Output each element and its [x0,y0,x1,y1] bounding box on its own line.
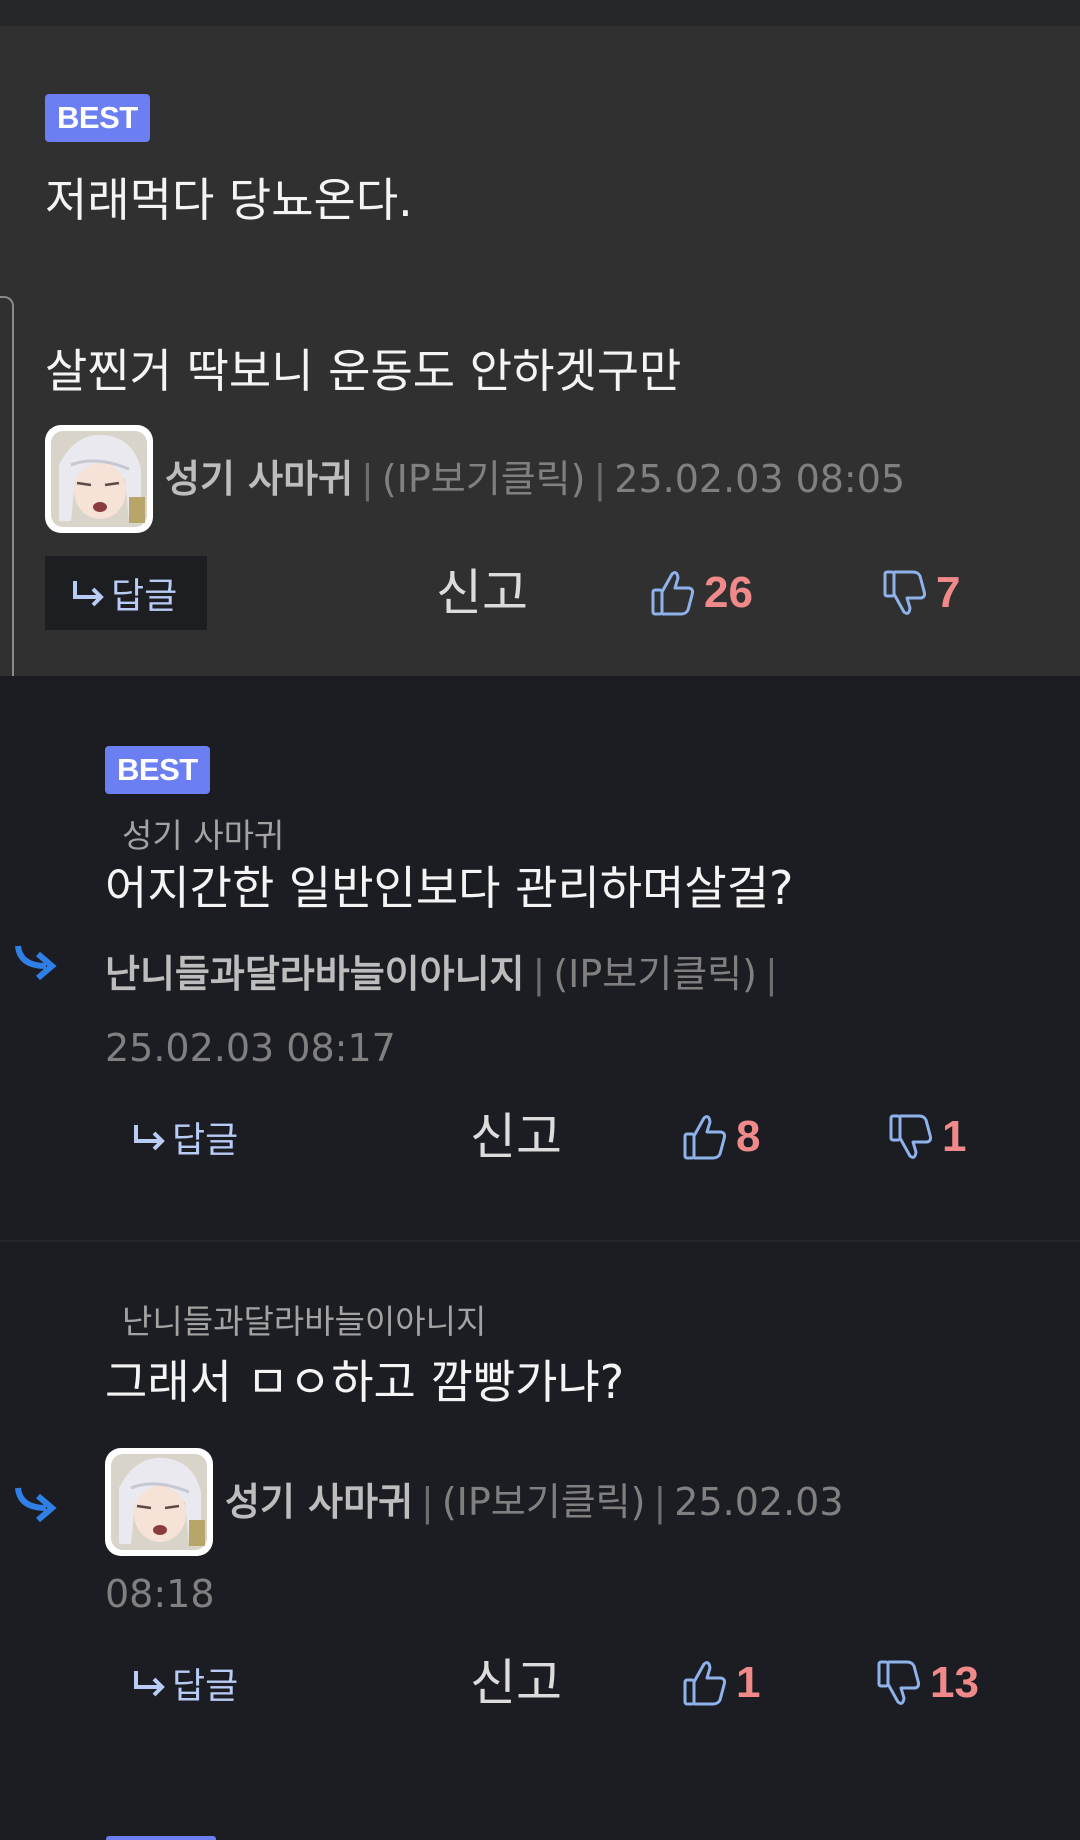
next-best-badge-partial [106,1836,216,1840]
report-button[interactable]: 신고 [470,1100,562,1174]
report-button[interactable]: 신고 [470,1646,562,1720]
dislike-count: 13 [930,1658,979,1707]
comment-meta: 성기 사마귀 | (IP보기클릭) | 25.02.03 [225,1474,844,1530]
like-button[interactable]: 26 [650,556,753,630]
like-count: 26 [704,568,753,617]
separator: | [361,457,374,501]
like-button[interactable]: 8 [682,1100,760,1174]
comment-text-line1: 저래먹다 당뇨온다. [45,173,413,227]
separator: | [593,457,607,501]
comment-text-line2: 살찐거 딱보니 운동도 안하겟구만 [45,344,682,398]
reply-label: 답글 [172,1120,239,1161]
comment-best-2: BEST 성기 사마귀 어지간한 일반인보다 관리하며살걸? 난니들과달라바늘이… [0,676,1080,1242]
like-button[interactable]: 1 [682,1646,760,1720]
ip-view-link[interactable]: (IP보기클릭) [442,1480,646,1524]
thumbs-down-icon [877,1660,921,1705]
dislike-count: 1 [942,1112,967,1161]
reply-arrow-icon [134,1125,165,1151]
thumbs-up-icon [683,1661,727,1706]
reply-arrow-icon [73,581,104,607]
ip-view-link[interactable]: (IP보기클릭) [382,457,586,501]
reply-label: 답글 [172,1666,239,1707]
separator: | [532,952,546,996]
like-count: 1 [736,1658,761,1707]
thumbs-up-icon [651,571,695,616]
dislike-count: 7 [936,568,961,617]
reply-to-nickname: 난니들과달라바늘이아니지 [122,1302,487,1341]
avatar-image [111,1454,207,1550]
comment-text: 그래서 ㅁㅇ하고 깜빵가냐? [105,1355,625,1409]
thumbs-down-icon [883,570,927,615]
comment-date: 25.02.03 [674,1480,844,1524]
reply-thread-arrow-icon [15,945,57,981]
user-avatar[interactable] [45,425,153,533]
reply-to-nickname: 성기 사마귀 [122,816,285,855]
thumbs-up-icon [683,1115,727,1160]
separator: | [764,952,778,996]
reply-button[interactable]: 답글 [130,1646,238,1720]
best-badge: BEST [105,746,210,794]
reply-label: 답글 [111,576,178,617]
thumbs-down-icon [889,1114,933,1159]
author-nickname[interactable]: 성기 사마귀 [225,1480,413,1524]
ip-view-link[interactable]: (IP보기클릭) [553,952,757,996]
dislike-button[interactable]: 1 [888,1100,966,1174]
report-button[interactable]: 신고 [436,556,528,630]
comment-date-time: 08:18 [105,1572,215,1616]
reply-thread-arrow-icon [15,1487,57,1523]
comment-date: 25.02.03 08:17 [105,1026,396,1070]
comment-reply: 난니들과달라바늘이아니지 그래서 ㅁㅇ하고 깜빵가냐? 성기 사마귀 | (IP보기… [0,1244,1080,1776]
author-nickname[interactable]: 성기 사마귀 [165,457,353,501]
comment-meta: 난니들과달라바늘이아니지 | (IP보기클릭) | [105,946,786,1002]
comment-list-page: BEST 저래먹다 당뇨온다. 살찐거 딱보니 운동도 안하겟구만 성기 사마귀… [0,0,1080,1840]
author-nickname[interactable]: 난니들과달라바늘이아니지 [105,952,525,996]
best-badge: BEST [45,94,150,142]
separator: | [653,1480,667,1524]
separator: | [421,1480,434,1524]
dislike-button[interactable]: 13 [876,1646,979,1720]
comment-text: 어지간한 일반인보다 관리하며살걸? [105,861,794,915]
avatar-image [51,431,147,527]
user-avatar[interactable] [105,1448,213,1556]
reply-button[interactable]: 답글 [45,556,208,630]
comment-date: 25.02.03 08:05 [614,457,906,501]
reply-arrow-icon [134,1671,165,1697]
comment-best-1: BEST 저래먹다 당뇨온다. 살찐거 딱보니 운동도 안하겟구만 성기 사마귀… [0,26,1080,676]
reply-button[interactable]: 답글 [130,1100,238,1174]
comment-meta: 성기 사마귀 | (IP보기클릭) | 25.02.03 08:05 [165,451,905,507]
like-count: 8 [736,1112,761,1161]
dislike-button[interactable]: 7 [882,556,960,630]
top-strip [0,0,1080,26]
